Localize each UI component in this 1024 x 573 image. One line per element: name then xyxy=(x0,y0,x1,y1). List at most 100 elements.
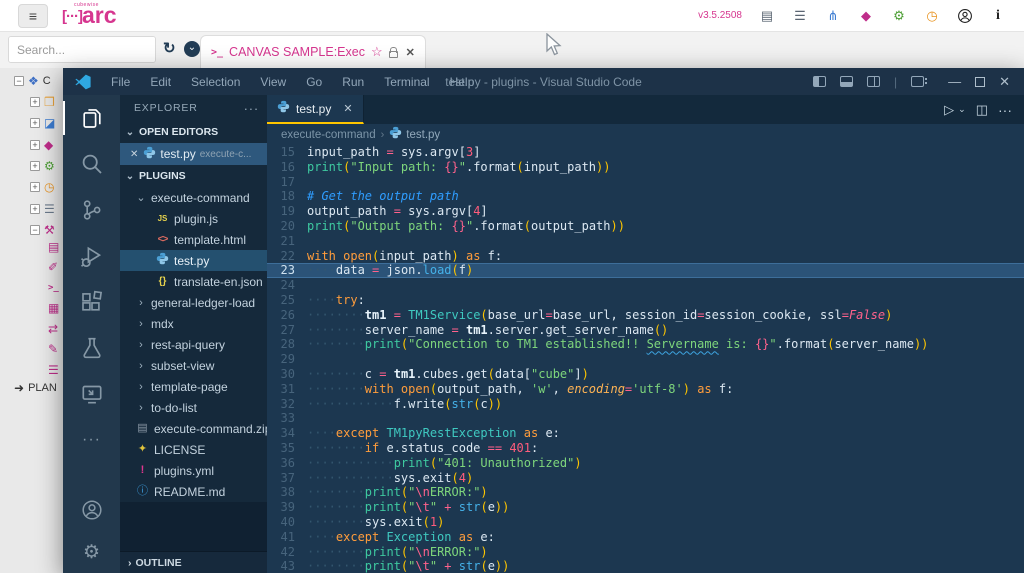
code-line-30[interactable]: 30········c = tm1.cubes.get(data["cube"]… xyxy=(267,367,1024,382)
minimize-button[interactable]: — xyxy=(948,74,961,89)
tree-node-connections[interactable]: −❖C xyxy=(14,72,51,90)
hamburger-menu-button[interactable]: ≡ xyxy=(18,4,48,28)
tree-node-tools[interactable]: −⚒ xyxy=(30,221,55,239)
activity-run-debug-icon[interactable] xyxy=(63,233,120,279)
file-execute-command-zip[interactable]: ▤execute-command.zip xyxy=(120,418,267,439)
tree-node-processes[interactable]: +⚙ xyxy=(30,157,55,175)
expand-icon[interactable]: + xyxy=(30,182,40,192)
open-editors-section[interactable]: ⌄ OPEN EDITORS xyxy=(120,121,267,143)
code-line-19[interactable]: 19output_path = sys.argv[4] xyxy=(267,204,1024,219)
code-line-23[interactable]: 23····data = json.load(f) xyxy=(267,263,1024,278)
collapse-icon[interactable]: − xyxy=(14,76,24,86)
editor-tab-test-py[interactable]: test.py ✕ xyxy=(267,95,364,124)
customize-layout-icon[interactable] xyxy=(911,76,924,87)
file-readme-md[interactable]: ⓘREADME.md xyxy=(120,481,267,502)
code-line-43[interactable]: 43········print("\t" + str(e)) xyxy=(267,559,1024,573)
code-line-38[interactable]: 38········print("\nERROR:") xyxy=(267,485,1024,500)
menu-selection[interactable]: Selection xyxy=(181,75,250,89)
info-icon[interactable]: i xyxy=(990,8,1006,24)
tree-node-pen[interactable]: ✎ xyxy=(48,340,58,358)
menu-edit[interactable]: Edit xyxy=(140,75,181,89)
code-line-40[interactable]: 40········sys.exit(1) xyxy=(267,515,1024,530)
tree-node-cube[interactable]: +◆ xyxy=(30,136,53,154)
outline-section[interactable]: › OUTLINE xyxy=(120,551,267,573)
activity-search-icon[interactable] xyxy=(63,141,120,187)
code-line-41[interactable]: 41····except Exception as e: xyxy=(267,530,1024,545)
tree-node-brush[interactable]: ✐ xyxy=(48,258,58,276)
activity-account-icon[interactable] xyxy=(63,489,120,531)
activity-more-icon[interactable]: ··· xyxy=(63,417,120,463)
toggle-panel-icon[interactable] xyxy=(840,76,853,87)
run-dropdown-chevron-icon[interactable]: ⌄ xyxy=(958,104,966,115)
breadcrumb[interactable]: execute-command › test.py xyxy=(267,124,1024,145)
file-plugins-yml[interactable]: !plugins.yml xyxy=(120,460,267,481)
activity-source-control-icon[interactable] xyxy=(63,187,120,233)
code-line-36[interactable]: 36············print("401: Unauthorized") xyxy=(267,456,1024,471)
activity-remote-explorer-icon[interactable] xyxy=(63,371,120,417)
tree-node-folder[interactable]: +❒ xyxy=(30,93,55,111)
split-editor-icon[interactable]: ◫ xyxy=(976,102,988,118)
breadcrumb-folder[interactable]: execute-command xyxy=(281,129,376,141)
tree-node-exchange[interactable]: ⇄ xyxy=(48,320,58,338)
search-input[interactable] xyxy=(9,37,156,62)
code-line-37[interactable]: 37············sys.exit(4) xyxy=(267,471,1024,486)
expand-icon[interactable]: + xyxy=(30,97,40,107)
arc-tab-canvas-sample[interactable]: >_ CANVAS SAMPLE:Exec ☆ ✕ xyxy=(200,35,426,68)
menu-view[interactable]: View xyxy=(250,75,296,89)
code-line-18[interactable]: 18# Get the output path xyxy=(267,189,1024,204)
open-editor-test-py[interactable]: ✕ test.py execute-c... xyxy=(120,143,267,165)
code-line-22[interactable]: 22with open(input_path) as f: xyxy=(267,249,1024,264)
code-line-35[interactable]: 35········if e.status_code == 401: xyxy=(267,441,1024,456)
file-translate-en-json[interactable]: {}translate-en.json xyxy=(120,271,267,292)
code-line-25[interactable]: 25····try: xyxy=(267,293,1024,308)
sitemap-icon[interactable]: ⋔ xyxy=(825,8,841,24)
activity-settings-icon[interactable]: ⚙ xyxy=(63,531,120,573)
editor-tab-close-icon[interactable]: ✕ xyxy=(343,102,352,115)
arc-logo[interactable]: cubewise [···] arc xyxy=(62,2,117,30)
expand-icon[interactable]: + xyxy=(30,118,40,128)
code-line-16[interactable]: 16print("Input path: {}".format(input_pa… xyxy=(267,160,1024,175)
folder-subset-view[interactable]: ›subset-view xyxy=(120,355,267,376)
vscode-titlebar[interactable]: FileEditSelectionViewGoRunTerminalHelp t… xyxy=(63,68,1024,95)
tree-node-rows[interactable]: ☰ xyxy=(48,361,59,379)
folder-mdx[interactable]: ›mdx xyxy=(120,313,267,334)
code-line-33[interactable]: 33 xyxy=(267,411,1024,426)
code-editor[interactable]: 15input_path = sys.argv[3]16print("Input… xyxy=(267,145,1024,573)
tree-node-sets[interactable]: +☰ xyxy=(30,200,55,218)
menu-run[interactable]: Run xyxy=(332,75,374,89)
code-line-24[interactable]: 24 xyxy=(267,278,1024,293)
code-line-39[interactable]: 39········print("\t" + str(e)) xyxy=(267,500,1024,515)
arc-tab-close-icon[interactable]: ✕ xyxy=(406,46,415,59)
close-editor-icon[interactable]: ✕ xyxy=(130,149,138,160)
file-test-py[interactable]: test.py xyxy=(120,250,267,271)
code-line-28[interactable]: 28········print("Connection to TM1 estab… xyxy=(267,337,1024,352)
toggle-secondary-sidebar-icon[interactable] xyxy=(867,76,880,87)
toggle-primary-sidebar-icon[interactable] xyxy=(813,76,826,87)
folder-execute-command[interactable]: ⌄execute-command xyxy=(120,187,267,208)
file-plugin-js[interactable]: JSplugin.js xyxy=(120,208,267,229)
code-line-29[interactable]: 29 xyxy=(267,352,1024,367)
code-line-31[interactable]: 31········with open(output_path, 'w', en… xyxy=(267,382,1024,397)
refresh-icon[interactable]: ↻ xyxy=(163,40,176,58)
tree-node-chart[interactable]: +◪ xyxy=(30,114,55,132)
code-line-27[interactable]: 27········server_name = tm1.server.get_s… xyxy=(267,323,1024,338)
expand-icon[interactable]: + xyxy=(30,161,40,171)
list-icon[interactable]: ☰ xyxy=(792,8,808,24)
run-python-file-icon[interactable]: ▷ xyxy=(944,102,954,118)
activity-extensions-icon[interactable] xyxy=(63,279,120,325)
explorer-more-actions-icon[interactable]: ··· xyxy=(244,101,259,116)
code-line-15[interactable]: 15input_path = sys.argv[3] xyxy=(267,145,1024,160)
code-line-32[interactable]: 32············f.write(str(c)) xyxy=(267,397,1024,412)
folder-rest-api-query[interactable]: ›rest-api-query xyxy=(120,334,267,355)
code-line-34[interactable]: 34····except TM1pyRestException as e: xyxy=(267,426,1024,441)
collapse-icon[interactable]: − xyxy=(30,225,40,235)
code-line-21[interactable]: 21 xyxy=(267,234,1024,249)
tree-node-terminal[interactable]: >_ xyxy=(48,279,59,297)
window-close-button[interactable]: ✕ xyxy=(999,74,1010,90)
menu-go[interactable]: Go xyxy=(296,75,332,89)
folder-to-do-list[interactable]: ›to-do-list xyxy=(120,397,267,418)
clock-icon[interactable]: ◷ xyxy=(924,8,940,24)
folder-template-page[interactable]: ›template-page xyxy=(120,376,267,397)
favorite-star-icon[interactable]: ☆ xyxy=(371,44,383,60)
user-icon[interactable] xyxy=(957,8,973,24)
